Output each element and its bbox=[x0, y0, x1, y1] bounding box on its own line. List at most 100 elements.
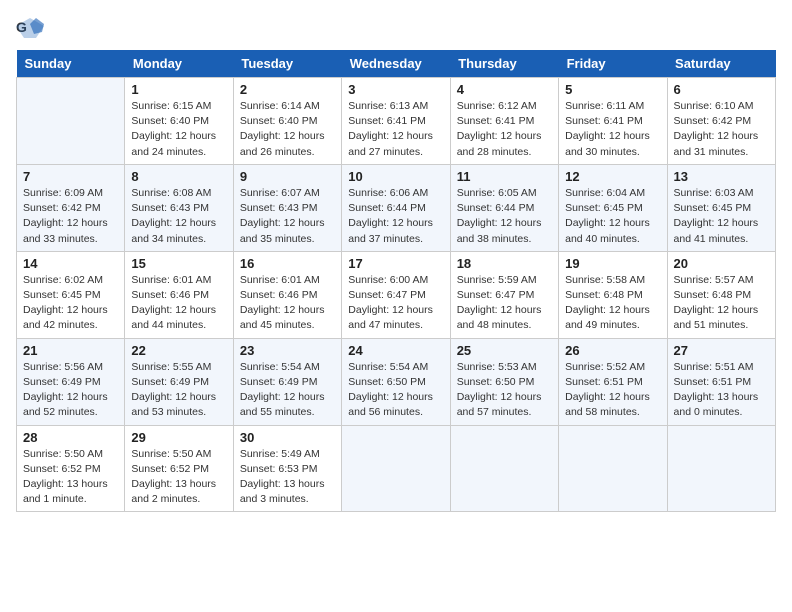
calendar-cell: 19 Sunrise: 5:58 AMSunset: 6:48 PMDayligh… bbox=[559, 251, 667, 338]
calendar-cell: 16Sunrise: 6:01 AMSunset: 6:46 PMDayligh… bbox=[233, 251, 341, 338]
day-number: 30 bbox=[240, 430, 335, 445]
col-header-thursday: Thursday bbox=[450, 50, 558, 78]
logo-icon: G bbox=[16, 16, 44, 38]
day-number: 19 bbox=[565, 256, 660, 271]
day-number: 9 bbox=[240, 169, 335, 184]
calendar-cell: 2Sunrise: 6:14 AMSunset: 6:40 PMDaylight… bbox=[233, 78, 341, 165]
day-number: 21 bbox=[23, 343, 118, 358]
calendar-cell: 25 Sunrise: 5:53 AMSunset: 6:50 PMDayligh… bbox=[450, 338, 558, 425]
calendar-cell: 17 Sunrise: 6:00 AMSunset: 6:47 PMDayligh… bbox=[342, 251, 450, 338]
day-info: Sunrise: 6:02 AMSunset: 6:45 PMDaylight:… bbox=[23, 273, 118, 334]
day-number: 4 bbox=[457, 82, 552, 97]
week-row-5: 28 Sunrise: 5:50 AMSunset: 6:52 PMDayligh… bbox=[17, 425, 776, 512]
calendar-cell: 20 Sunrise: 5:57 AMSunset: 6:48 PMDayligh… bbox=[667, 251, 775, 338]
col-header-sunday: Sunday bbox=[17, 50, 125, 78]
calendar-cell: 5 Sunrise: 6:11 AMSunset: 6:41 PMDaylight… bbox=[559, 78, 667, 165]
day-number: 6 bbox=[674, 82, 769, 97]
day-number: 10 bbox=[348, 169, 443, 184]
day-number: 8 bbox=[131, 169, 226, 184]
day-info: Sunrise: 6:09 AMSunset: 6:42 PMDaylight:… bbox=[23, 186, 118, 247]
day-info: Sunrise: 6:04 AMSunset: 6:45 PMDaylight:… bbox=[565, 186, 660, 247]
calendar-cell: 24 Sunrise: 5:54 AMSunset: 6:50 PMDayligh… bbox=[342, 338, 450, 425]
day-number: 20 bbox=[674, 256, 769, 271]
calendar-cell: 15 Sunrise: 6:01 AMSunset: 6:46 PMDayligh… bbox=[125, 251, 233, 338]
calendar-cell: 18Sunrise: 5:59 AMSunset: 6:47 PMDayligh… bbox=[450, 251, 558, 338]
calendar-cell: 13 Sunrise: 6:03 AMSunset: 6:45 PMDayligh… bbox=[667, 164, 775, 251]
day-number: 11 bbox=[457, 169, 552, 184]
day-info: Sunrise: 5:59 AMSunset: 6:47 PMDaylight:… bbox=[457, 273, 552, 334]
day-info: Sunrise: 5:51 AMSunset: 6:51 PMDaylight:… bbox=[674, 360, 769, 421]
day-number: 16 bbox=[240, 256, 335, 271]
day-number: 27 bbox=[674, 343, 769, 358]
day-number: 12 bbox=[565, 169, 660, 184]
week-row-4: 21Sunrise: 5:56 AMSunset: 6:49 PMDayligh… bbox=[17, 338, 776, 425]
day-number: 25 bbox=[457, 343, 552, 358]
col-header-tuesday: Tuesday bbox=[233, 50, 341, 78]
day-info: Sunrise: 5:55 AMSunset: 6:49 PMDaylight:… bbox=[131, 360, 226, 421]
calendar-cell bbox=[667, 425, 775, 512]
day-number: 15 bbox=[131, 256, 226, 271]
day-info: Sunrise: 5:58 AMSunset: 6:48 PMDaylight:… bbox=[565, 273, 660, 334]
day-number: 29 bbox=[131, 430, 226, 445]
day-info: Sunrise: 6:00 AMSunset: 6:47 PMDaylight:… bbox=[348, 273, 443, 334]
col-header-friday: Friday bbox=[559, 50, 667, 78]
calendar-cell: 29 Sunrise: 5:50 AMSunset: 6:52 PMDayligh… bbox=[125, 425, 233, 512]
week-row-1: 1 Sunrise: 6:15 AMSunset: 6:40 PMDaylight… bbox=[17, 78, 776, 165]
calendar-cell: 14 Sunrise: 6:02 AMSunset: 6:45 PMDayligh… bbox=[17, 251, 125, 338]
day-number: 24 bbox=[348, 343, 443, 358]
day-number: 2 bbox=[240, 82, 335, 97]
day-info: Sunrise: 5:50 AMSunset: 6:52 PMDaylight:… bbox=[23, 447, 118, 508]
day-info: Sunrise: 6:06 AMSunset: 6:44 PMDaylight:… bbox=[348, 186, 443, 247]
day-info: Sunrise: 6:11 AMSunset: 6:41 PMDaylight:… bbox=[565, 99, 660, 160]
calendar-cell: 12 Sunrise: 6:04 AMSunset: 6:45 PMDayligh… bbox=[559, 164, 667, 251]
week-row-2: 7 Sunrise: 6:09 AMSunset: 6:42 PMDaylight… bbox=[17, 164, 776, 251]
calendar-cell: 9 Sunrise: 6:07 AMSunset: 6:43 PMDaylight… bbox=[233, 164, 341, 251]
day-number: 5 bbox=[565, 82, 660, 97]
col-header-monday: Monday bbox=[125, 50, 233, 78]
day-info: Sunrise: 5:52 AMSunset: 6:51 PMDaylight:… bbox=[565, 360, 660, 421]
day-number: 22 bbox=[131, 343, 226, 358]
week-row-3: 14 Sunrise: 6:02 AMSunset: 6:45 PMDayligh… bbox=[17, 251, 776, 338]
day-info: Sunrise: 6:13 AMSunset: 6:41 PMDaylight:… bbox=[348, 99, 443, 160]
calendar-cell: 6 Sunrise: 6:10 AMSunset: 6:42 PMDaylight… bbox=[667, 78, 775, 165]
day-info: Sunrise: 6:08 AMSunset: 6:43 PMDaylight:… bbox=[131, 186, 226, 247]
calendar-cell: 7 Sunrise: 6:09 AMSunset: 6:42 PMDaylight… bbox=[17, 164, 125, 251]
day-info: Sunrise: 5:50 AMSunset: 6:52 PMDaylight:… bbox=[131, 447, 226, 508]
day-number: 3 bbox=[348, 82, 443, 97]
day-info: Sunrise: 5:54 AMSunset: 6:50 PMDaylight:… bbox=[348, 360, 443, 421]
day-info: Sunrise: 6:03 AMSunset: 6:45 PMDaylight:… bbox=[674, 186, 769, 247]
calendar-cell: 8 Sunrise: 6:08 AMSunset: 6:43 PMDaylight… bbox=[125, 164, 233, 251]
page-header: G bbox=[16, 16, 776, 38]
col-header-wednesday: Wednesday bbox=[342, 50, 450, 78]
day-number: 26 bbox=[565, 343, 660, 358]
calendar-cell: 23 Sunrise: 5:54 AMSunset: 6:49 PMDayligh… bbox=[233, 338, 341, 425]
calendar-cell bbox=[559, 425, 667, 512]
day-info: Sunrise: 5:53 AMSunset: 6:50 PMDaylight:… bbox=[457, 360, 552, 421]
day-number: 23 bbox=[240, 343, 335, 358]
day-info: Sunrise: 6:01 AMSunset: 6:46 PMDaylight:… bbox=[131, 273, 226, 334]
calendar-cell: 11 Sunrise: 6:05 AMSunset: 6:44 PMDayligh… bbox=[450, 164, 558, 251]
calendar-cell bbox=[342, 425, 450, 512]
day-info: Sunrise: 6:12 AMSunset: 6:41 PMDaylight:… bbox=[457, 99, 552, 160]
day-info: Sunrise: 6:10 AMSunset: 6:42 PMDaylight:… bbox=[674, 99, 769, 160]
day-info: Sunrise: 6:15 AMSunset: 6:40 PMDaylight:… bbox=[131, 99, 226, 160]
calendar-cell: 22 Sunrise: 5:55 AMSunset: 6:49 PMDayligh… bbox=[125, 338, 233, 425]
day-info: Sunrise: 5:54 AMSunset: 6:49 PMDaylight:… bbox=[240, 360, 335, 421]
day-info: Sunrise: 5:49 AMSunset: 6:53 PMDaylight:… bbox=[240, 447, 335, 508]
day-number: 17 bbox=[348, 256, 443, 271]
day-number: 7 bbox=[23, 169, 118, 184]
day-number: 1 bbox=[131, 82, 226, 97]
calendar-cell: 30 Sunrise: 5:49 AMSunset: 6:53 PMDayligh… bbox=[233, 425, 341, 512]
day-number: 14 bbox=[23, 256, 118, 271]
calendar-cell: 28 Sunrise: 5:50 AMSunset: 6:52 PMDayligh… bbox=[17, 425, 125, 512]
day-info: Sunrise: 6:05 AMSunset: 6:44 PMDaylight:… bbox=[457, 186, 552, 247]
day-info: Sunrise: 5:57 AMSunset: 6:48 PMDaylight:… bbox=[674, 273, 769, 334]
calendar-cell: 21Sunrise: 5:56 AMSunset: 6:49 PMDayligh… bbox=[17, 338, 125, 425]
day-number: 28 bbox=[23, 430, 118, 445]
calendar-table: SundayMondayTuesdayWednesdayThursdayFrid… bbox=[16, 50, 776, 512]
day-number: 13 bbox=[674, 169, 769, 184]
calendar-cell bbox=[450, 425, 558, 512]
day-info: Sunrise: 6:07 AMSunset: 6:43 PMDaylight:… bbox=[240, 186, 335, 247]
calendar-header-row: SundayMondayTuesdayWednesdayThursdayFrid… bbox=[17, 50, 776, 78]
logo: G bbox=[16, 16, 48, 38]
